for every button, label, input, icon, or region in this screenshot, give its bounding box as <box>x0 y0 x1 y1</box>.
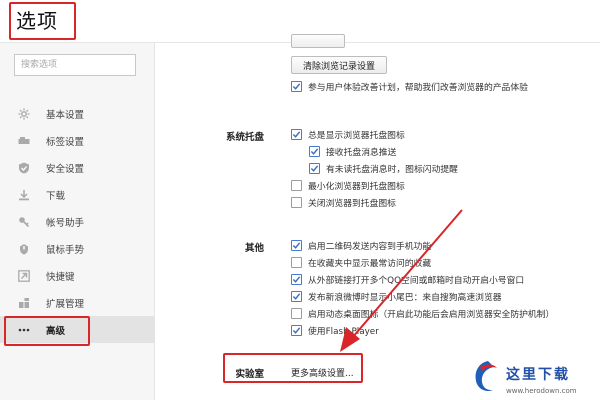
checkbox-row[interactable]: 使用Flash Player <box>291 323 379 337</box>
checkbox-label: 最小化浏览器到托盘图标 <box>308 181 405 192</box>
sidebar-item-label: 快捷键 <box>46 271 75 283</box>
checkbox[interactable] <box>309 162 320 174</box>
title-highlight-box <box>9 2 76 40</box>
checkbox[interactable] <box>291 179 302 191</box>
sidebar-item-label: 安全设置 <box>46 163 85 175</box>
gear-icon <box>18 108 30 120</box>
shield-check-icon <box>18 162 30 174</box>
checkbox-row[interactable]: 在收藏夹中显示最常访问的收藏 <box>291 255 431 269</box>
more-dots-icon <box>18 324 30 336</box>
sidebar-item-shortcuts[interactable]: 快捷键 <box>0 262 155 289</box>
sidebar-item-label: 标签设置 <box>46 136 85 148</box>
lab-highlight-box <box>223 353 363 383</box>
search-input[interactable] <box>14 54 136 76</box>
checkbox-label: 总是显示浏览器托盘图标 <box>308 130 405 141</box>
sidebar-item-label: 基本设置 <box>46 109 85 121</box>
checkbox-label: 启用动态桌面图标（开启此功能后会启用浏览器安全防护机制） <box>308 309 555 320</box>
settings-content: 清除浏览记录设置 参与用户体验改善计划，帮助我们改善浏览器的产品体验 系统托盘 … <box>156 34 600 400</box>
sidebar-item-security[interactable]: 安全设置 <box>0 154 155 181</box>
herodown-logo-icon: 这里下载 www.herodown.com <box>475 361 577 395</box>
sidebar-item-download[interactable]: 下载 <box>0 181 155 208</box>
partial-button[interactable] <box>291 34 345 48</box>
section-label-other: 其他 <box>244 243 264 254</box>
checkbox[interactable] <box>309 145 320 157</box>
extension-icon <box>18 297 30 309</box>
checkbox-row[interactable]: 发布新浪微博时显示小尾巴：来自搜狗高速浏览器 <box>291 289 502 303</box>
checkbox[interactable] <box>291 239 302 251</box>
checkbox[interactable] <box>291 273 302 285</box>
checkbox-label: 启用二维码发送内容到手机功能 <box>308 241 432 252</box>
svg-text:这里下载: 这里下载 <box>506 366 570 383</box>
svg-text:www.herodown.com: www.herodown.com <box>506 387 577 395</box>
checkbox-row[interactable]: 接收托盘消息推送 <box>309 144 396 158</box>
checkbox[interactable] <box>291 128 302 140</box>
checkbox-row[interactable]: 参与用户体验改善计划，帮助我们改善浏览器的产品体验 <box>291 79 528 93</box>
shortcut-arrow-icon <box>18 269 30 282</box>
watermark-logo: 这里下载 www.herodown.com <box>470 355 600 400</box>
sidebar-item-account[interactable]: 帐号助手 <box>0 208 155 235</box>
sidebar-item-label: 高级 <box>46 325 66 337</box>
checkbox[interactable] <box>291 290 302 302</box>
checkbox-label: 有未读托盘消息时，图标闪动提醒 <box>326 164 458 175</box>
checkbox-label: 参与用户体验改善计划，帮助我们改善浏览器的产品体验 <box>308 82 528 93</box>
sidebar-item-mouse-gesture[interactable]: 鼠标手势 <box>0 235 155 262</box>
sidebar-item-tabs[interactable]: 标签设置 <box>0 127 155 154</box>
checkbox-label: 接收托盘消息推送 <box>326 147 397 158</box>
tab-icon <box>18 135 30 147</box>
checkbox-label: 关闭浏览器到托盘图标 <box>308 198 396 209</box>
key-icon <box>18 216 30 228</box>
sidebar-nav: 基本设置 标签设置 安全设置 下载 帐号助手 鼠标手势 快捷键 扩展管理 高级 <box>0 100 155 343</box>
clear-history-button[interactable]: 清除浏览记录设置 <box>291 56 387 74</box>
checkbox[interactable] <box>291 307 302 319</box>
sidebar-item-extensions[interactable]: 扩展管理 <box>0 289 155 316</box>
checkbox-label: 发布新浪微博时显示小尾巴：来自搜狗高速浏览器 <box>308 292 502 303</box>
checkbox[interactable] <box>291 196 302 208</box>
checkbox[interactable] <box>291 80 302 92</box>
checkbox-row[interactable]: 启用动态桌面图标（开启此功能后会启用浏览器安全防护机制） <box>291 306 554 320</box>
sidebar: 基本设置 标签设置 安全设置 下载 帐号助手 <box>0 43 155 400</box>
checkbox-row[interactable]: 总是显示浏览器托盘图标 <box>291 127 405 141</box>
sidebar-item-label: 下载 <box>46 190 66 202</box>
sidebar-item-advanced[interactable]: 高级 <box>0 316 155 343</box>
checkbox[interactable] <box>291 324 302 336</box>
checkbox-row[interactable]: 最小化浏览器到托盘图标 <box>291 178 405 192</box>
section-label-tray: 系统托盘 <box>225 132 264 143</box>
checkbox-row[interactable]: 有未读托盘消息时，图标闪动提醒 <box>309 161 458 175</box>
sidebar-item-basic[interactable]: 基本设置 <box>0 100 155 127</box>
checkbox-label: 从外部链接打开多个QQ空间或邮箱时自动开启小号窗口 <box>308 275 525 286</box>
sidebar-item-label: 帐号助手 <box>46 217 85 229</box>
checkbox-label: 使用Flash Player <box>308 326 379 337</box>
sidebar-item-label: 鼠标手势 <box>46 244 85 256</box>
checkbox[interactable] <box>291 256 302 268</box>
checkbox-row[interactable]: 关闭浏览器到托盘图标 <box>291 195 396 209</box>
download-icon <box>18 189 30 201</box>
checkbox-row[interactable]: 启用二维码发送内容到手机功能 <box>291 238 431 252</box>
mouse-gesture-icon <box>18 243 30 255</box>
sidebar-item-label: 扩展管理 <box>46 298 85 310</box>
checkbox-label: 在收藏夹中显示最常访问的收藏 <box>308 258 432 269</box>
checkbox-row[interactable]: 从外部链接打开多个QQ空间或邮箱时自动开启小号窗口 <box>291 272 524 286</box>
